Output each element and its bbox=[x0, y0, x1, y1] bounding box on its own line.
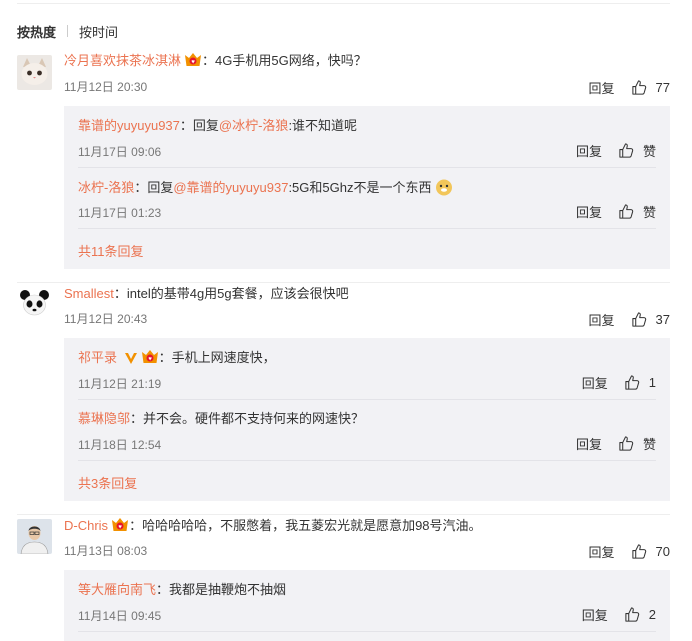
like-count: 2 bbox=[648, 607, 656, 622]
sort-separator bbox=[67, 25, 69, 37]
thumbs-up-icon bbox=[618, 435, 635, 452]
reply-button[interactable]: 回复 bbox=[576, 202, 602, 221]
more-replies-link[interactable]: 共11条回复 bbox=[78, 241, 144, 260]
comment-time: 11月12日 20:30 bbox=[64, 80, 148, 94]
reply-username[interactable]: 慕琳隐邬 bbox=[78, 411, 130, 426]
avatar[interactable] bbox=[17, 55, 52, 90]
top-divider bbox=[17, 3, 670, 4]
reply-button[interactable]: 回复 bbox=[576, 434, 602, 453]
reply-time: 11月18日 12:54 bbox=[78, 438, 162, 452]
mention-link[interactable]: @靠谱的yuyuyu937 bbox=[173, 180, 288, 195]
thumbs-up-icon bbox=[618, 142, 635, 159]
reply-button[interactable]: 回复 bbox=[576, 141, 602, 160]
vip-badge-icon bbox=[141, 349, 159, 365]
comment-text: ：4G手机用5G网络，快吗？ bbox=[202, 53, 367, 68]
reply-divider bbox=[78, 399, 656, 400]
reply-text: ：并不会。硬件都不支持何来的网速快？ bbox=[130, 411, 365, 426]
reply-text: ：回复 bbox=[179, 118, 219, 133]
reply-username[interactable]: 等大雁向南飞 bbox=[78, 582, 156, 597]
comment-text: ：哈哈哈哈哈，不服憋着，我五菱宏光就是愿意加98号汽油。 bbox=[129, 518, 482, 533]
avatar[interactable] bbox=[17, 519, 52, 554]
like-label: 赞 bbox=[642, 437, 656, 452]
reply-time: 11月17日 09:06 bbox=[78, 145, 162, 159]
like-button[interactable]: 37 bbox=[631, 311, 670, 328]
more-replies-link[interactable]: 共3条回复 bbox=[78, 473, 137, 492]
vip-badge-icon bbox=[184, 52, 202, 68]
comment-username[interactable]: 冷月喜欢抹茶冰淇淋 bbox=[64, 53, 181, 68]
like-button[interactable]: 赞 bbox=[618, 434, 656, 453]
like-label: 赞 bbox=[642, 144, 656, 159]
sort-by-hot-tab[interactable]: 按热度 bbox=[17, 22, 56, 41]
like-count: 70 bbox=[655, 544, 670, 559]
like-button[interactable]: 2 bbox=[624, 606, 656, 623]
thumbs-up-icon bbox=[631, 543, 648, 560]
sort-bar: 按热度 按时间 bbox=[17, 22, 118, 40]
thumbs-up-icon bbox=[631, 79, 648, 96]
reply-username[interactable]: 靠谱的yuyuyu937 bbox=[78, 118, 180, 133]
reply-time: 11月12日 21:19 bbox=[78, 377, 162, 391]
reply-button[interactable]: 回复 bbox=[582, 605, 608, 624]
like-button[interactable]: 70 bbox=[631, 543, 670, 560]
vip-badge-icon bbox=[111, 517, 129, 533]
comment-username[interactable]: Smallest bbox=[64, 286, 114, 301]
comment-divider bbox=[17, 282, 670, 283]
like-button[interactable]: 赞 bbox=[618, 141, 656, 160]
avatar[interactable] bbox=[17, 287, 52, 322]
reply-button[interactable]: 回复 bbox=[589, 78, 615, 97]
thumbs-up-icon bbox=[624, 606, 641, 623]
reply-text: ：回复 bbox=[134, 180, 174, 195]
reply-button[interactable]: 回复 bbox=[582, 373, 608, 392]
mention-link[interactable]: @冰柠-洛狼 bbox=[219, 118, 289, 133]
reply-username[interactable]: 祁平录 bbox=[78, 350, 117, 365]
comment-time: 11月13日 08:03 bbox=[64, 544, 148, 558]
reply-button[interactable]: 回复 bbox=[589, 542, 615, 561]
reply-button[interactable]: 回复 bbox=[589, 310, 615, 329]
reply-list: 靠谱的yuyuyu937：回复@冰柠-洛狼:谁不知道呢 11月17日 09:06… bbox=[64, 106, 670, 269]
comment-divider bbox=[17, 514, 670, 515]
reply-divider bbox=[78, 460, 656, 461]
doge-emoji-icon bbox=[436, 179, 453, 196]
reply-username[interactable]: 冰柠-洛狼 bbox=[78, 180, 134, 195]
reply-divider bbox=[78, 631, 656, 632]
reply-time: 11月17日 01:23 bbox=[78, 206, 162, 220]
reply-text: ：手机上网速度快， bbox=[158, 350, 276, 365]
reply-divider bbox=[78, 228, 656, 229]
like-button[interactable]: 1 bbox=[624, 374, 656, 391]
like-count: 1 bbox=[648, 375, 656, 390]
comment-text: ：intel的基带4g用5g套餐，应该会很快吧 bbox=[113, 286, 349, 301]
reply-text: ：我都是抽鞭炮不抽烟 bbox=[156, 582, 287, 597]
like-count: 37 bbox=[655, 312, 670, 327]
reply-list: 等大雁向南飞：我都是抽鞭炮不抽烟 11月14日 09:45 回复 2 bbox=[64, 570, 670, 641]
thumbs-up-icon bbox=[624, 374, 641, 391]
reply-text: :5G和5Ghz不是一个东西 bbox=[288, 180, 432, 195]
like-button[interactable]: 赞 bbox=[618, 202, 656, 221]
reply-time: 11月14日 09:45 bbox=[78, 609, 162, 623]
verified-v-icon bbox=[124, 353, 137, 364]
like-count: 77 bbox=[655, 80, 670, 95]
sort-by-time-tab[interactable]: 按时间 bbox=[79, 22, 118, 41]
like-button[interactable]: 77 bbox=[631, 79, 670, 96]
comment-username[interactable]: D-Chris bbox=[64, 518, 108, 533]
comment-time: 11月12日 20:43 bbox=[64, 312, 148, 326]
thumbs-up-icon bbox=[631, 311, 648, 328]
like-label: 赞 bbox=[642, 205, 656, 220]
reply-text: :谁不知道呢 bbox=[288, 118, 358, 133]
reply-list: 祁平录 ：手机上网速度快， 11月12日 21:19 回复 1 慕琳隐邬：并不会… bbox=[64, 338, 670, 501]
reply-divider bbox=[78, 167, 656, 168]
thumbs-up-icon bbox=[618, 203, 635, 220]
